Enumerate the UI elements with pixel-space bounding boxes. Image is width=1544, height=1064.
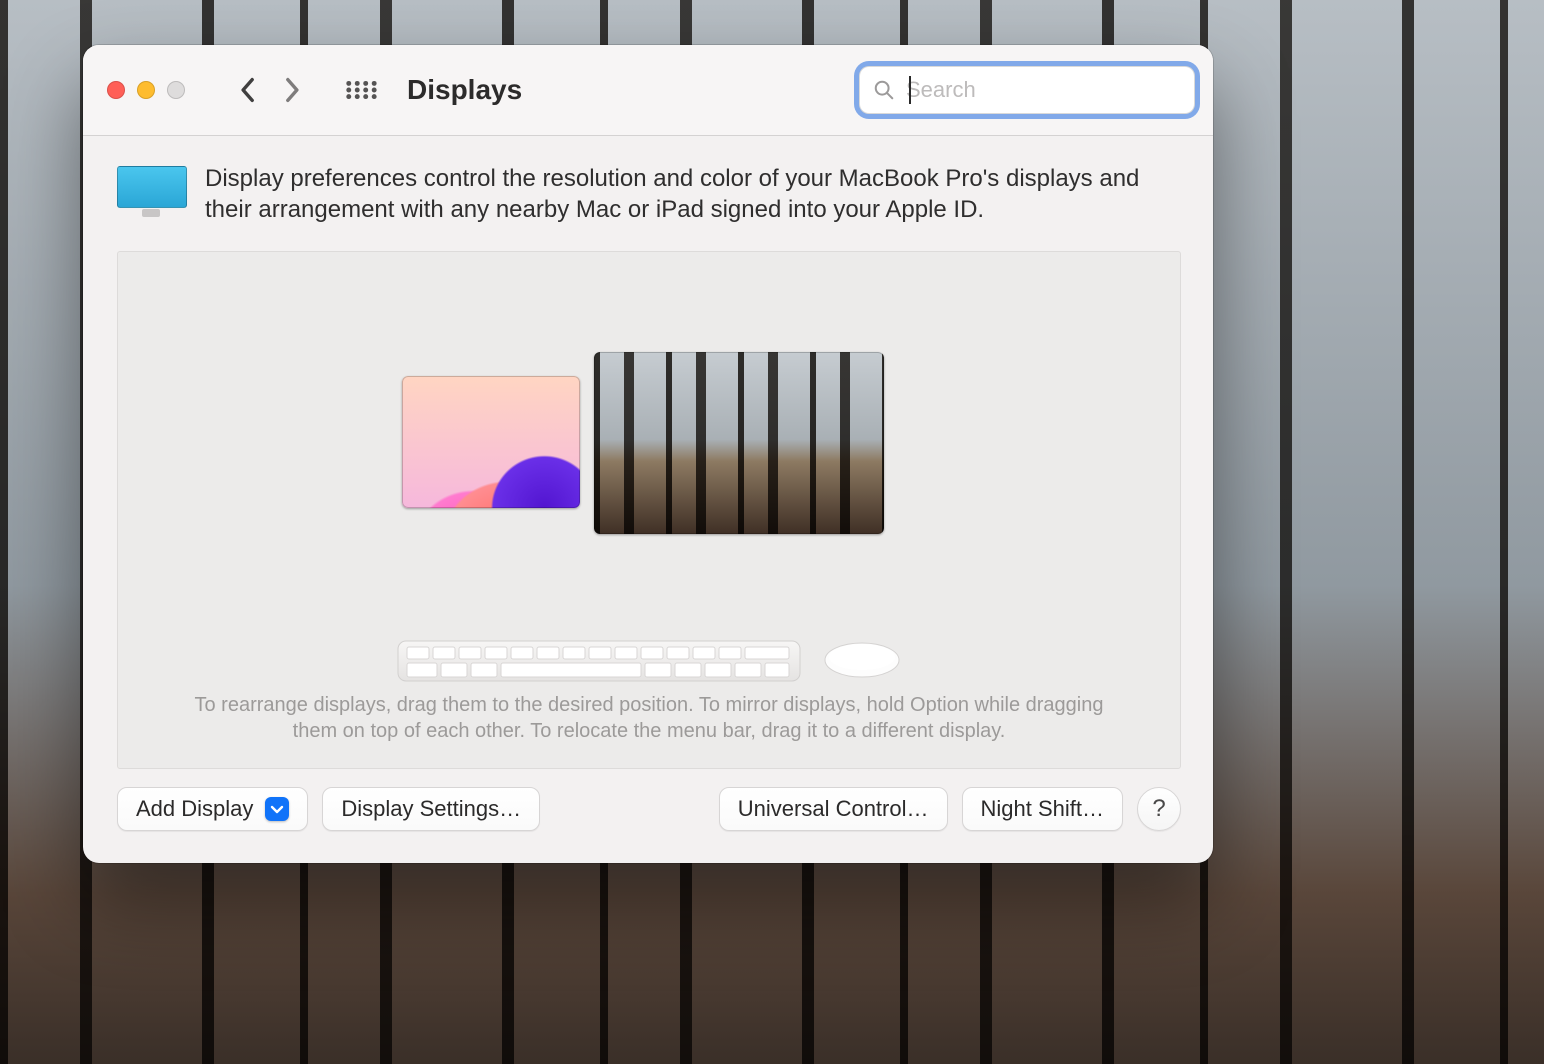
add-display-chevron — [265, 797, 289, 821]
system-prefs-window: Displays Display preferences control the… — [83, 45, 1213, 863]
keyboard-icon — [397, 635, 801, 685]
input-device-row — [118, 628, 1180, 692]
text-caret — [909, 76, 911, 104]
content-area: Display preferences control the resoluti… — [83, 136, 1213, 863]
display-arrangement-area: To rearrange displays, drag them to the … — [117, 251, 1181, 769]
search-icon — [873, 79, 895, 101]
back-button[interactable] — [233, 76, 261, 104]
nav-arrows — [233, 76, 307, 104]
window-title: Displays — [407, 74, 522, 106]
close-window-button[interactable] — [107, 81, 125, 99]
forward-button[interactable] — [279, 76, 307, 104]
display-arrangement-stage[interactable] — [118, 252, 1180, 628]
grid-icon — [345, 79, 377, 101]
chevron-left-icon — [239, 77, 255, 103]
window-controls — [107, 81, 185, 99]
minimize-window-button[interactable] — [137, 81, 155, 99]
search-field-wrap — [859, 66, 1195, 114]
display-settings-button[interactable]: Display Settings… — [322, 787, 540, 831]
display-thumbnail-1[interactable] — [402, 376, 580, 508]
zoom-window-button[interactable] — [167, 81, 185, 99]
show-all-prefs-button[interactable] — [345, 78, 377, 102]
add-display-label: Add Display — [136, 796, 253, 822]
chevron-right-icon — [285, 77, 301, 103]
add-display-button[interactable]: Add Display — [117, 787, 308, 831]
display-thumbnail-2[interactable] — [594, 352, 884, 534]
arrangement-hint: To rearrange displays, drag them to the … — [118, 692, 1180, 768]
universal-control-button[interactable]: Universal Control… — [719, 787, 948, 831]
footer-buttons: Add Display Display Settings… Universal … — [117, 787, 1181, 831]
help-label: ? — [1152, 795, 1165, 823]
display-icon — [117, 166, 185, 214]
chevron-down-icon — [270, 802, 284, 816]
intro-text: Display preferences control the resoluti… — [205, 164, 1181, 225]
night-shift-button[interactable]: Night Shift… — [962, 787, 1124, 831]
help-button[interactable]: ? — [1137, 787, 1181, 831]
night-shift-label: Night Shift… — [981, 796, 1105, 822]
desktop-background: Displays Display preferences control the… — [0, 0, 1544, 1064]
display-settings-label: Display Settings… — [341, 796, 521, 822]
titlebar: Displays — [83, 45, 1213, 136]
universal-control-label: Universal Control… — [738, 796, 929, 822]
mouse-icon — [823, 641, 901, 679]
intro-row: Display preferences control the resoluti… — [117, 164, 1181, 225]
